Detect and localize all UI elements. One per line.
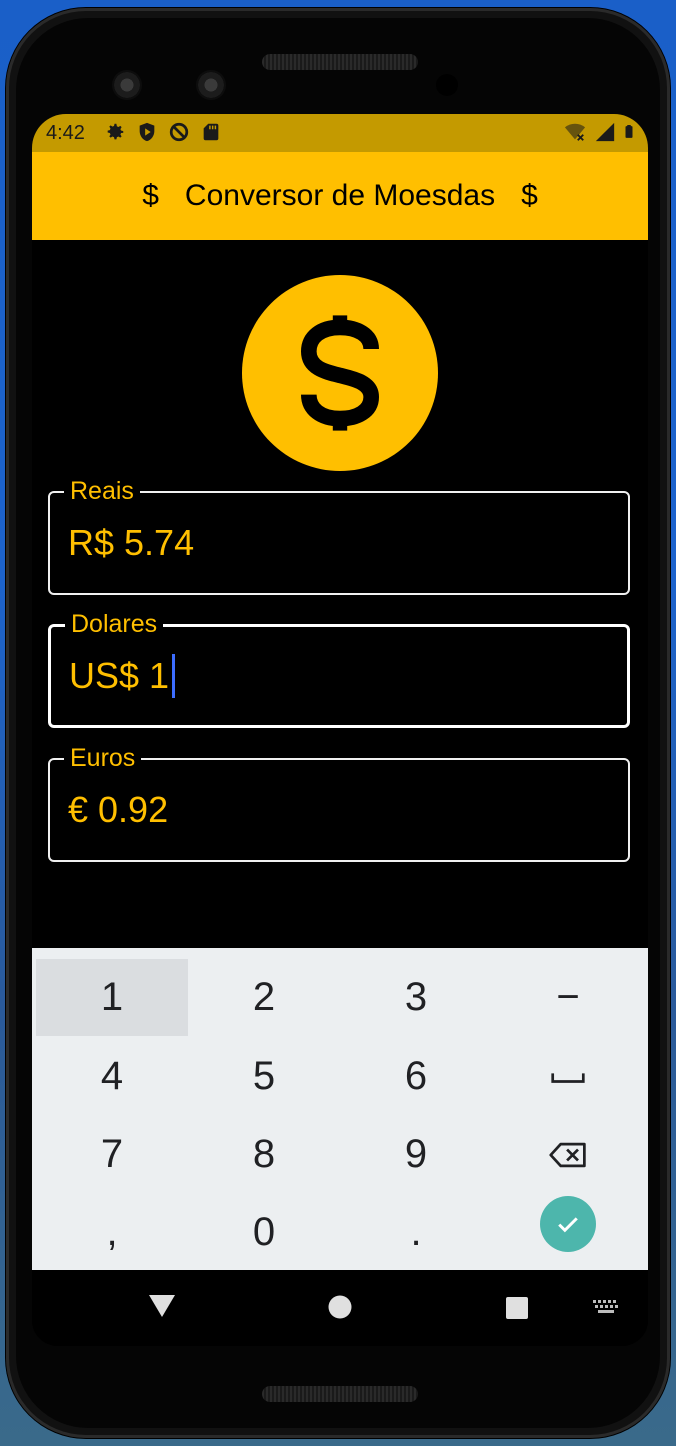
key-backspace[interactable] bbox=[492, 1116, 644, 1193]
done-button[interactable] bbox=[540, 1196, 596, 1252]
app-bar-dollar-right: $ bbox=[521, 179, 538, 212]
key-1[interactable]: 1 bbox=[36, 959, 188, 1036]
wifi-off-icon bbox=[564, 123, 586, 141]
dollar-sign-icon bbox=[300, 315, 380, 431]
euros-value: € 0.92 bbox=[68, 789, 169, 830]
key-9[interactable]: 9 bbox=[340, 1116, 492, 1193]
key-7[interactable]: 7 bbox=[36, 1116, 188, 1193]
app-bar: $ Conversor de Moesdas $ bbox=[32, 152, 648, 240]
key-2[interactable]: 2 bbox=[188, 959, 340, 1036]
gear-icon bbox=[107, 123, 124, 140]
text-cursor bbox=[172, 654, 176, 698]
sd-card-icon bbox=[203, 123, 219, 141]
status-bar: 4:42 bbox=[32, 114, 648, 152]
done-icon bbox=[558, 1217, 578, 1233]
front-camera-icon bbox=[196, 70, 226, 100]
shield-play-icon bbox=[139, 122, 155, 142]
front-camera-icon bbox=[112, 70, 142, 100]
status-time: 4:42 bbox=[46, 122, 85, 144]
battery-icon bbox=[625, 125, 633, 138]
reais-field[interactable]: Reais R$ 5.74 bbox=[48, 477, 630, 595]
screen: 4:42 $ Conversor de Moesdas $ Reais R$ 5… bbox=[32, 114, 648, 1346]
home-icon[interactable] bbox=[328, 1295, 352, 1319]
app-bar-dollar-left: $ bbox=[142, 179, 159, 212]
proximity-sensor bbox=[436, 74, 458, 96]
key-8[interactable]: 8 bbox=[188, 1116, 340, 1193]
key-5[interactable]: 5 bbox=[188, 1038, 340, 1115]
euros-field[interactable]: Euros € 0.92 bbox=[48, 744, 630, 862]
no-entry-icon bbox=[169, 122, 189, 142]
euros-label: Euros bbox=[64, 744, 142, 772]
status-left-icons bbox=[104, 121, 222, 143]
key-comma[interactable]: , bbox=[36, 1194, 188, 1271]
reais-label: Reais bbox=[64, 477, 140, 505]
dolares-value: US$ 1 bbox=[69, 655, 170, 696]
key-dot[interactable]: . bbox=[340, 1194, 492, 1271]
space-icon bbox=[551, 1072, 585, 1083]
key-space[interactable] bbox=[492, 1038, 644, 1115]
euros-input[interactable]: € 0.92 bbox=[68, 788, 168, 832]
signal-icon bbox=[595, 122, 615, 142]
bottom-speaker bbox=[262, 1386, 418, 1402]
key-minus[interactable]: − bbox=[492, 959, 644, 1036]
top-speaker bbox=[262, 54, 418, 70]
dolares-field[interactable]: Dolares US$ 1 bbox=[48, 610, 630, 728]
back-icon[interactable] bbox=[148, 1294, 176, 1318]
key-4[interactable]: 4 bbox=[36, 1038, 188, 1115]
app-title: Conversor de Moesdas bbox=[184, 179, 496, 212]
navigation-bar bbox=[32, 1270, 648, 1346]
dolares-label: Dolares bbox=[65, 610, 164, 638]
key-0[interactable]: 0 bbox=[188, 1194, 340, 1271]
reais-input[interactable]: R$ 5.74 bbox=[68, 521, 194, 565]
reais-value: R$ 5.74 bbox=[68, 522, 195, 563]
dollar-coin-logo bbox=[242, 275, 438, 471]
key-3[interactable]: 3 bbox=[340, 959, 492, 1036]
backspace-icon bbox=[549, 1142, 586, 1167]
numeric-keyboard: 1 2 3 − 4 5 6 7 8 9 , 0 . bbox=[32, 948, 648, 1270]
recents-icon[interactable] bbox=[505, 1296, 529, 1320]
status-right-icons bbox=[562, 121, 636, 143]
dolares-input[interactable]: US$ 1 bbox=[69, 654, 176, 698]
key-6[interactable]: 6 bbox=[340, 1038, 492, 1115]
keyboard-switch-icon[interactable] bbox=[593, 1300, 619, 1314]
